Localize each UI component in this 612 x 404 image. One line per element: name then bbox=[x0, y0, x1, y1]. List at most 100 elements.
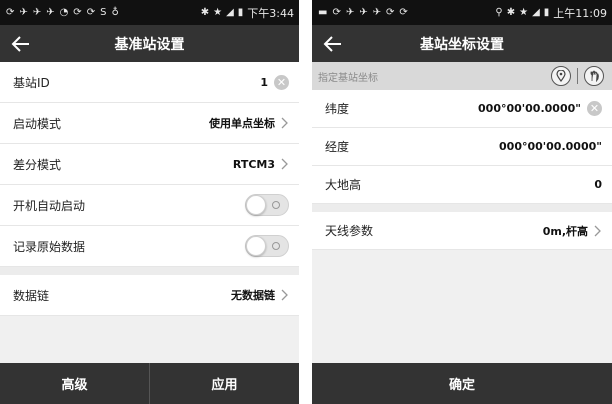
base-id-row[interactable]: 基站ID 1 ✕ bbox=[0, 62, 299, 103]
toggle-off-icon bbox=[272, 201, 280, 209]
chevron-right-icon bbox=[594, 225, 601, 236]
datalink-value: 无数据链 bbox=[231, 289, 275, 302]
battery-icon: ▮ bbox=[237, 7, 244, 18]
base-id-value: 1 bbox=[260, 75, 268, 89]
chevron-right-icon bbox=[281, 289, 288, 301]
bluetooth-icon: ✱ bbox=[506, 7, 516, 18]
ellipsoid-height-row[interactable]: 大地高 0 bbox=[312, 166, 612, 204]
auto-start-toggle[interactable] bbox=[245, 194, 289, 216]
star-icon: ★ bbox=[213, 7, 223, 18]
longitude-value: 000°00'00.0000" bbox=[499, 140, 602, 153]
map-pin-icon bbox=[556, 70, 566, 82]
satellite-icon: ✈ bbox=[372, 6, 382, 18]
ellipsoid-height-label: 大地高 bbox=[325, 178, 362, 192]
system-icons: ✱ ★ ◢ ▮ 下午3:44 bbox=[201, 5, 294, 21]
sync-icon: ⟳ bbox=[386, 6, 395, 18]
message-icon: ▬ bbox=[318, 6, 328, 18]
satellite-icon: ✈ bbox=[19, 6, 28, 18]
auto-start-label: 开机自动启动 bbox=[13, 198, 86, 213]
hand-pick-button[interactable] bbox=[584, 66, 604, 86]
signal-icon: ◢ bbox=[226, 7, 234, 18]
start-mode-label: 启动模式 bbox=[13, 116, 62, 131]
satellite-icon: ✈ bbox=[359, 6, 368, 18]
base-coordinate-settings-screen: ▬ ⟳ ✈ ✈ ✈ ⟳ ⟳ ⚲ ✱ ★ ◢ ▮ 上午11:09 基站坐标设置 指… bbox=[312, 0, 612, 404]
status-time: 下午3:44 bbox=[247, 6, 294, 20]
latitude-value: 000°00'00.0000" bbox=[478, 102, 581, 115]
battery-icon: ▮ bbox=[543, 7, 550, 18]
settings-list: 基站ID 1 ✕ 启动模式 使用单点坐标 差分模式 RTCM3 开机自动启动 记… bbox=[0, 62, 299, 267]
sync-icon: ⟳ bbox=[86, 6, 96, 18]
location-icon: ♁ bbox=[111, 6, 119, 18]
tool-separator bbox=[577, 68, 578, 84]
base-id-label: 基站ID bbox=[13, 75, 50, 90]
antenna-list: 天线参数 0m,杆高 bbox=[312, 212, 612, 250]
record-raw-label: 记录原始数据 bbox=[13, 239, 86, 254]
sync-icon: ⟳ bbox=[399, 6, 408, 18]
section-header-label: 指定基站坐标 bbox=[318, 72, 378, 84]
section-gap bbox=[0, 267, 299, 275]
toggle-off-icon bbox=[272, 242, 280, 250]
page-title: 基站坐标设置 bbox=[420, 36, 504, 53]
longitude-row[interactable]: 经度 000°00'00.0000" bbox=[312, 128, 612, 166]
diff-mode-label: 差分模式 bbox=[13, 157, 62, 172]
title-bar: 基准站设置 bbox=[0, 25, 299, 62]
base-station-settings-screen: ⟳ ✈ ✈ ✈ ◔ ⟳ ⟳ S ♁ ✱ ★ ◢ ▮ 下午3:44 基准站设置 基… bbox=[0, 0, 299, 404]
status-time: 上午11:09 bbox=[553, 6, 607, 20]
wifi-icon: ◔ bbox=[59, 6, 69, 18]
record-raw-row: 记录原始数据 bbox=[0, 226, 299, 267]
toggle-knob bbox=[246, 236, 266, 256]
satellite-icon: ✈ bbox=[32, 6, 42, 18]
title-bar: 基站坐标设置 bbox=[312, 25, 612, 62]
record-raw-toggle[interactable] bbox=[245, 235, 289, 257]
sync-icon: ⟳ bbox=[73, 6, 82, 18]
chevron-right-icon bbox=[281, 158, 288, 170]
notification-icons: ▬ ⟳ ✈ ✈ ✈ ⟳ ⟳ bbox=[318, 6, 408, 18]
bluetooth-icon: ✱ bbox=[200, 7, 210, 18]
back-arrow-icon[interactable] bbox=[10, 33, 32, 55]
advanced-button[interactable]: 高级 bbox=[0, 363, 149, 404]
coordinate-list: 纬度 000°00'00.0000" ✕ 经度 000°00'00.0000" … bbox=[312, 90, 612, 204]
start-mode-value: 使用单点坐标 bbox=[209, 117, 275, 130]
ellipsoid-height-value: 0 bbox=[594, 178, 602, 191]
diff-mode-value: RTCM3 bbox=[232, 157, 275, 171]
sync-icon: ⟳ bbox=[6, 6, 15, 18]
wifi-icon: ◢ bbox=[532, 7, 540, 18]
start-mode-row[interactable]: 启动模式 使用单点坐标 bbox=[0, 103, 299, 144]
hand-icon bbox=[590, 70, 599, 82]
app-icon: S bbox=[100, 6, 107, 18]
back-arrow-icon[interactable] bbox=[322, 33, 344, 55]
location-icon: ⚲ bbox=[495, 7, 503, 18]
status-bar: ⟳ ✈ ✈ ✈ ◔ ⟳ ⟳ S ♁ ✱ ★ ◢ ▮ 下午3:44 bbox=[0, 0, 299, 25]
sync-icon: ⟳ bbox=[332, 6, 341, 18]
section-gap bbox=[312, 204, 612, 212]
satellite-icon: ✈ bbox=[345, 6, 355, 18]
datalink-list: 数据链 无数据链 bbox=[0, 275, 299, 316]
bottom-action-bar: 高级 应用 bbox=[0, 363, 299, 404]
notification-icons: ⟳ ✈ ✈ ✈ ◔ ⟳ ⟳ S ♁ bbox=[6, 6, 119, 18]
confirm-button[interactable]: 确定 bbox=[312, 363, 612, 404]
diff-mode-row[interactable]: 差分模式 RTCM3 bbox=[0, 144, 299, 185]
clear-icon[interactable]: ✕ bbox=[587, 101, 602, 116]
antenna-params-label: 天线参数 bbox=[325, 224, 374, 238]
latitude-row[interactable]: 纬度 000°00'00.0000" ✕ bbox=[312, 90, 612, 128]
section-header: 指定基站坐标 bbox=[312, 62, 612, 90]
longitude-label: 经度 bbox=[325, 140, 350, 154]
antenna-params-row[interactable]: 天线参数 0m,杆高 bbox=[312, 212, 612, 250]
datalink-row[interactable]: 数据链 无数据链 bbox=[0, 275, 299, 316]
status-bar: ▬ ⟳ ✈ ✈ ✈ ⟳ ⟳ ⚲ ✱ ★ ◢ ▮ 上午11:09 bbox=[312, 0, 612, 25]
apply-button[interactable]: 应用 bbox=[149, 363, 299, 404]
satellite-icon: ✈ bbox=[46, 6, 55, 18]
page-title: 基准站设置 bbox=[114, 36, 185, 53]
chevron-right-icon bbox=[281, 117, 288, 129]
system-icons: ⚲ ✱ ★ ◢ ▮ 上午11:09 bbox=[495, 5, 607, 21]
bottom-action-bar: 确定 bbox=[312, 363, 612, 404]
star-icon: ★ bbox=[519, 7, 529, 18]
section-tools bbox=[551, 66, 604, 86]
map-pin-button[interactable] bbox=[551, 66, 571, 86]
auto-start-row: 开机自动启动 bbox=[0, 185, 299, 226]
clear-icon[interactable]: ✕ bbox=[274, 74, 289, 90]
toggle-knob bbox=[246, 195, 266, 215]
antenna-params-value: 0m,杆高 bbox=[542, 224, 588, 238]
latitude-label: 纬度 bbox=[325, 102, 350, 116]
datalink-label: 数据链 bbox=[13, 288, 50, 303]
